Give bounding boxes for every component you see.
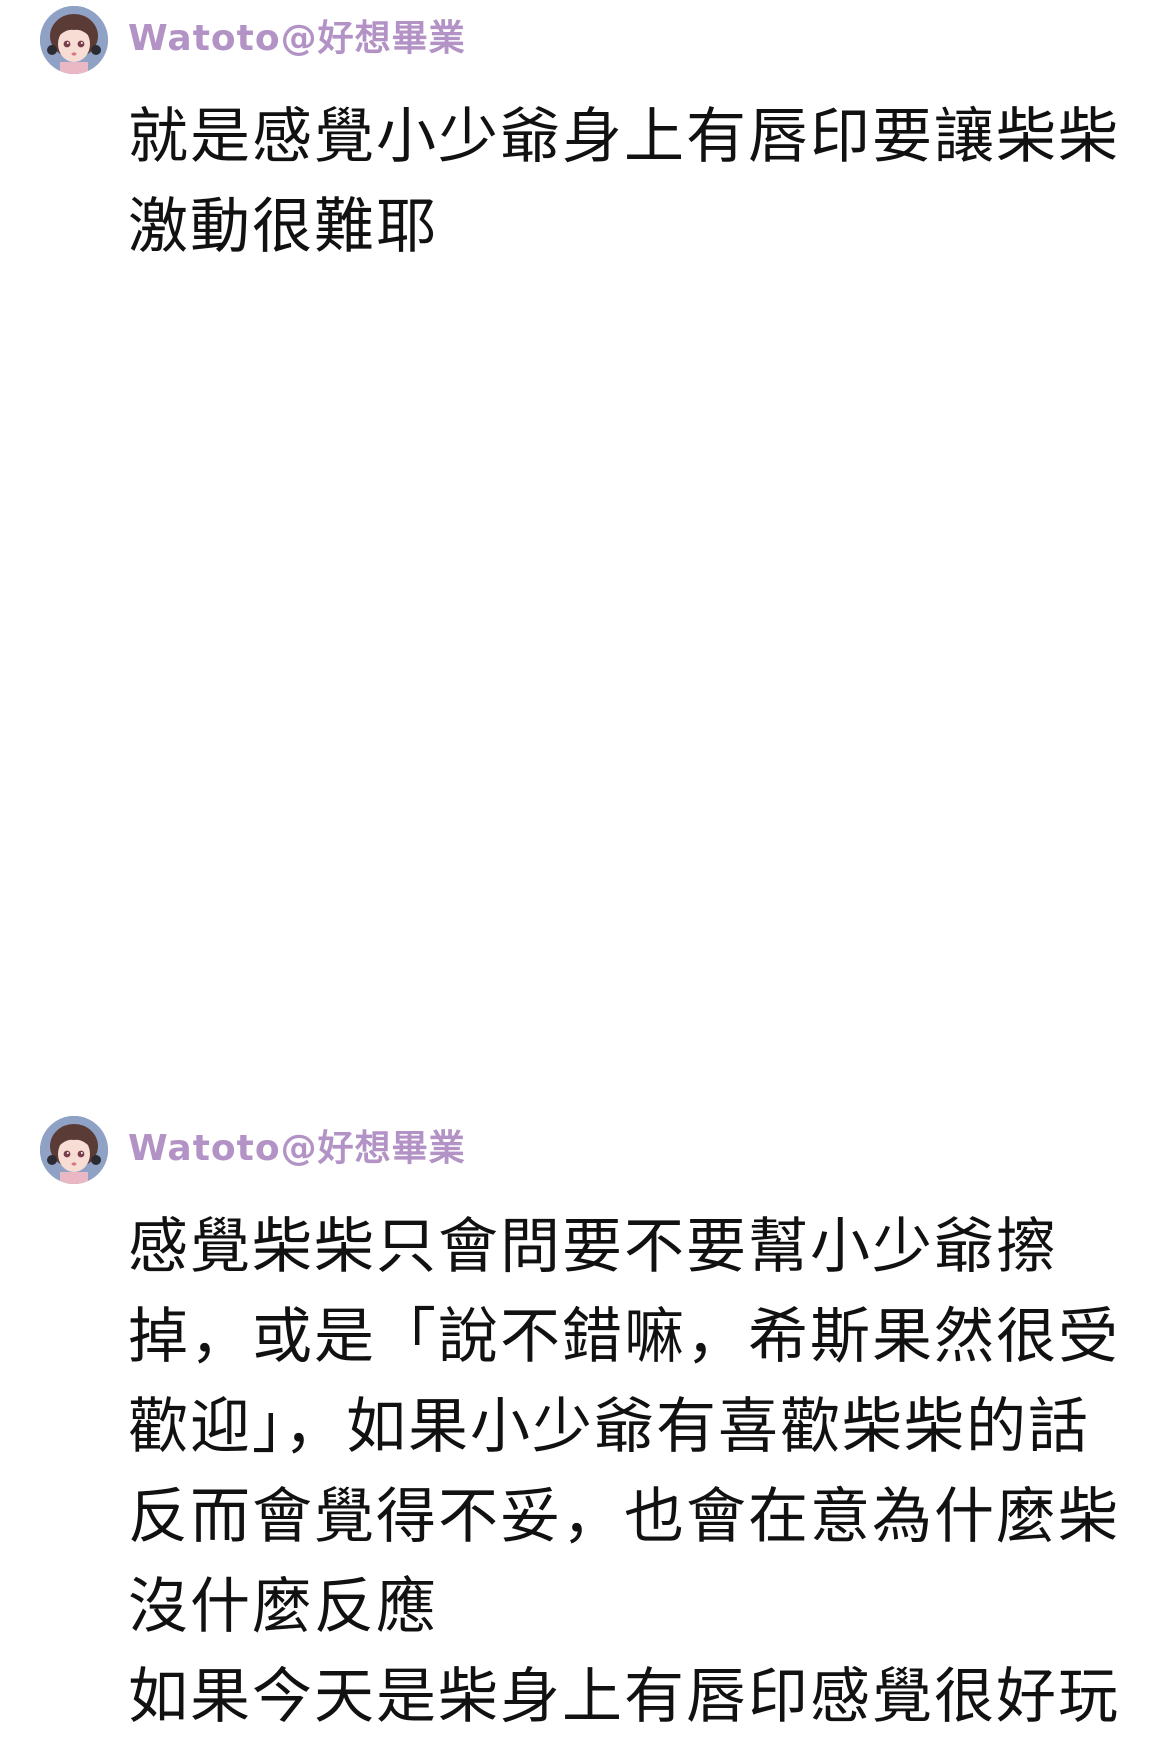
username[interactable]: Watoto@好想畢業 <box>128 14 466 64</box>
comment-line: 掉，或是「說不錯嘛，希斯果然很受 <box>128 1302 1120 1372</box>
comment-line: 就是感覺小少爺身上有唇印要讓柴柴 <box>128 102 1120 172</box>
username[interactable]: Watoto@好想畢業 <box>128 1124 466 1174</box>
comment-line: 反而會覺得不妥，也會在意為什麼柴 <box>128 1482 1120 1552</box>
comment-line: 感覺柴柴只會問要不要幫小少爺擦 <box>128 1212 1058 1282</box>
comment-line: 歡迎」，如果小少爺有喜歡柴柴的話 <box>128 1392 1090 1462</box>
girl-avatar-icon <box>40 1116 108 1184</box>
comment-line: 沒什麼反應 <box>128 1572 438 1642</box>
comment-line: 如果今天是柴身上有唇印感覺很好玩 <box>128 1662 1120 1732</box>
comment-text: 感覺柴柴只會問要不要幫小少爺擦 掉，或是「說不錯嘛，希斯果然很受 歡迎」，如果小… <box>128 1202 1138 1742</box>
user-avatar-icon[interactable] <box>40 6 108 74</box>
girl-avatar-icon <box>40 6 108 74</box>
comment-text: 就是感覺小少爺身上有唇印要讓柴柴 激動很難耶 <box>128 92 1138 272</box>
user-avatar-icon[interactable] <box>40 1116 108 1184</box>
comment-line: 激動很難耶 <box>128 192 438 262</box>
